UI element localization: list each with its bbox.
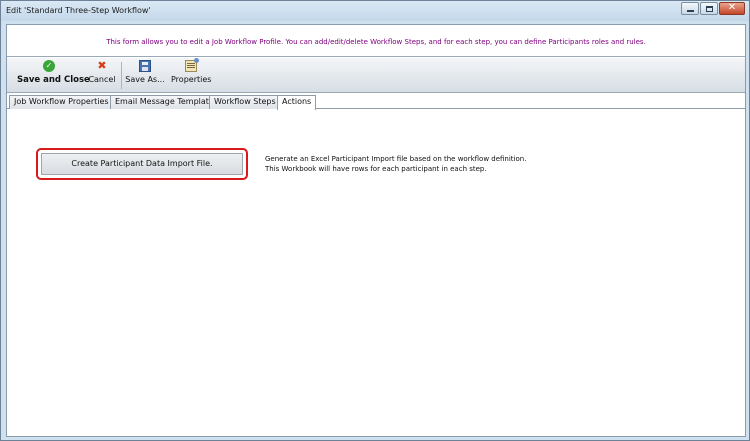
tab-label: Actions (282, 97, 312, 106)
save-as-button[interactable]: Save As... (125, 60, 165, 91)
minimize-icon (687, 10, 694, 12)
tab-label: Job Workflow Properties (14, 97, 109, 106)
form-client-area: This form allows you to edit a Job Workf… (6, 24, 746, 437)
save-and-close-label: Save and Close (17, 75, 90, 85)
tab-strip: Job Workflow Properties Email Message Te… (7, 94, 745, 110)
close-button[interactable]: ✕ (719, 2, 745, 15)
properties-icon (185, 58, 199, 72)
tab-email-message-template[interactable]: Email Message Template (110, 95, 219, 109)
toolbar-separator (121, 62, 122, 89)
tab-label: Workflow Steps (214, 97, 276, 106)
maximize-icon (706, 6, 713, 12)
tab-job-workflow-properties[interactable]: Job Workflow Properties (9, 95, 114, 109)
description-line-2: This Workbook will have rows for each pa… (265, 165, 487, 173)
tab-workflow-steps[interactable]: Workflow Steps (209, 95, 281, 109)
properties-button[interactable]: Properties (171, 58, 212, 91)
title-bar[interactable]: Edit 'Standard Three-Step Workflow' ✕ (1, 1, 749, 21)
close-icon: ✕ (727, 2, 737, 13)
create-participant-import-button[interactable]: Create Participant Data Import File. (41, 153, 243, 175)
minimize-button[interactable] (681, 2, 699, 15)
description-line-1: Generate an Excel Participant Import fil… (265, 155, 527, 163)
cancel-x-icon: ✖ (97, 59, 107, 72)
cancel-button[interactable]: ✖ Cancel (88, 60, 116, 91)
action-description: Generate an Excel Participant Import fil… (265, 154, 526, 174)
save-and-close-button[interactable]: ✓ Save and Close (17, 60, 90, 91)
properties-label: Properties (171, 75, 212, 84)
window-title: Edit 'Standard Three-Step Workflow' (6, 6, 151, 15)
toolbar: ✓ Save and Close ✖ Cancel Save As... Pro… (7, 58, 745, 93)
tab-label: Email Message Template (115, 97, 214, 106)
info-text: This form allows you to edit a Job Workf… (106, 38, 646, 46)
cancel-label: Cancel (88, 75, 116, 84)
tab-actions[interactable]: Actions (277, 95, 317, 110)
actions-panel: Create Participant Data Import File. Gen… (7, 110, 745, 436)
window-controls: ✕ (681, 2, 745, 15)
floppy-disk-icon (139, 60, 151, 72)
check-circle-icon: ✓ (43, 60, 55, 72)
info-banner: This form allows you to edit a Job Workf… (7, 25, 745, 57)
save-as-label: Save As... (125, 75, 165, 84)
maximize-button[interactable] (700, 2, 718, 15)
edit-workflow-window: Edit 'Standard Three-Step Workflow' ✕ Th… (0, 0, 750, 441)
